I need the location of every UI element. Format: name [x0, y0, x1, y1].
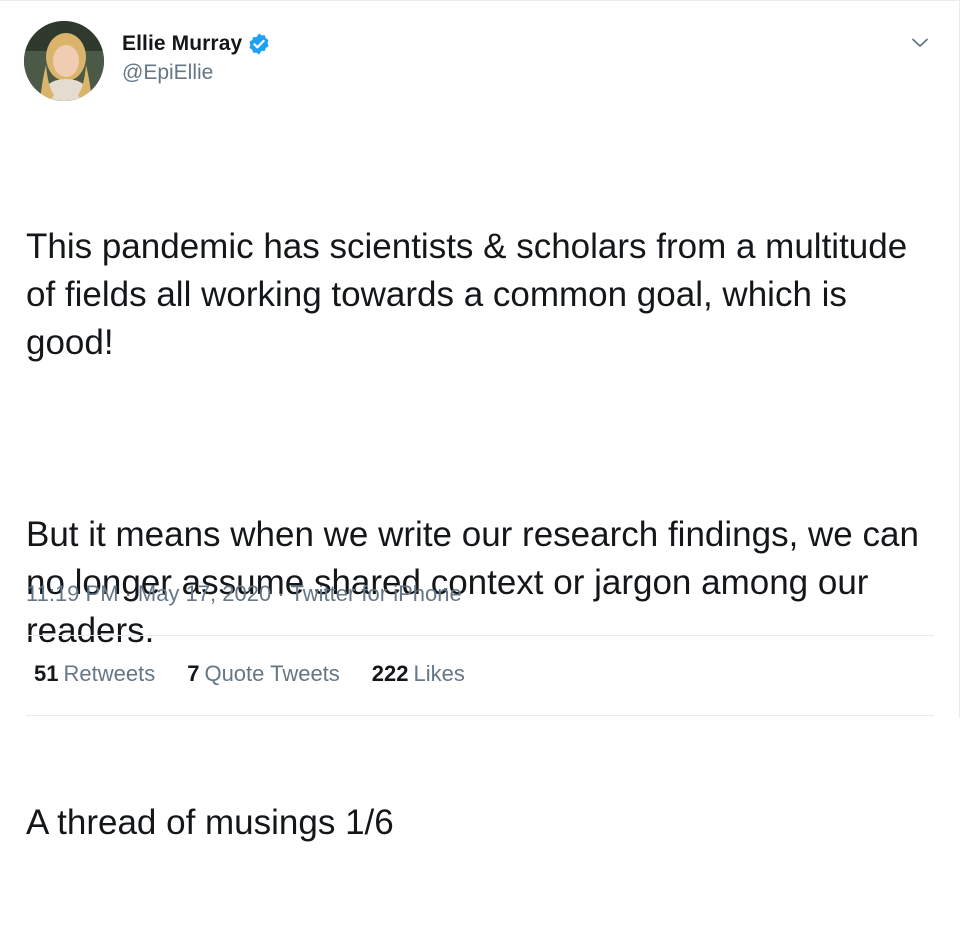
tweet-time[interactable]: 11:19 PM: [26, 581, 119, 606]
verified-badge-icon: [247, 32, 271, 56]
author-info: Ellie Murray @EpiEllie: [122, 31, 271, 85]
meta-separator: ·: [124, 581, 132, 606]
tweet-stats: 51 Retweets 7 Quote Tweets 222 Likes: [34, 661, 497, 687]
display-name[interactable]: Ellie Murray: [122, 32, 242, 56]
avatar-image: [24, 21, 104, 101]
meta-separator: ·: [277, 581, 285, 606]
display-name-row: Ellie Murray: [122, 31, 271, 57]
retweets-stat[interactable]: 51 Retweets: [34, 661, 155, 687]
tweet-date[interactable]: May 17, 2020: [138, 581, 271, 606]
tweet-header: Ellie Murray @EpiEllie: [24, 21, 936, 101]
author-handle[interactable]: @EpiEllie: [122, 61, 271, 85]
tweet-source[interactable]: Twitter for iPhone: [291, 581, 462, 606]
tweet-paragraph: A thread of musings 1/6: [26, 803, 394, 842]
retweets-count: 51: [34, 661, 59, 686]
tweet-card: Ellie Murray @EpiEllie This pandemic has…: [0, 0, 960, 842]
quote-tweets-stat[interactable]: 7 Quote Tweets: [187, 661, 340, 687]
likes-count: 222: [371, 661, 409, 686]
likes-stat[interactable]: 222 Likes: [372, 661, 465, 687]
divider: [26, 715, 934, 716]
avatar[interactable]: [24, 21, 104, 101]
tweet-text: This pandemic has scientists & scholars …: [26, 127, 936, 943]
divider: [26, 635, 934, 636]
quote-tweets-label: Quote Tweets: [204, 661, 340, 686]
tweet-paragraph: This pandemic has scientists & scholars …: [26, 227, 917, 362]
retweets-label: Retweets: [63, 661, 156, 686]
tweet-meta: 11:19 PM · May 17, 2020 · Twitter for iPhone: [26, 581, 462, 607]
quote-tweets-count: 7: [187, 661, 200, 686]
likes-label: Likes: [413, 661, 465, 686]
chevron-down-icon[interactable]: [908, 31, 932, 55]
